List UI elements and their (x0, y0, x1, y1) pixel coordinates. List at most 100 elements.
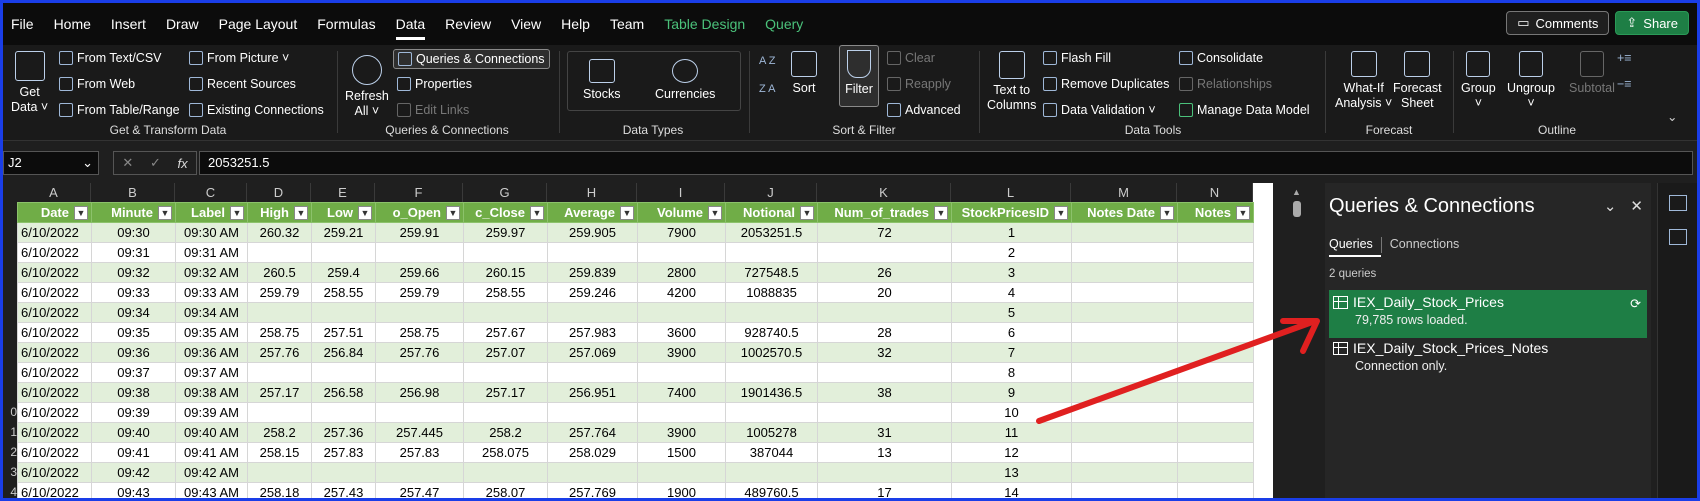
table-header-cell[interactable]: Notional ▼ (725, 202, 818, 223)
table-header-cell[interactable]: Minute ▼ (91, 202, 176, 223)
table-cell[interactable]: 09:31 (91, 242, 176, 263)
menu-help[interactable]: Help (561, 12, 590, 36)
clear-button[interactable]: Clear (887, 51, 935, 65)
column-header-k[interactable]: K (817, 183, 951, 202)
filter-button[interactable]: Filter (839, 45, 879, 107)
table-cell[interactable]: 259.79 (375, 282, 464, 303)
table-row[interactable]: 6/10/2022 09:35 09:35 AM 258.75 257.51 258.75… (17, 322, 1254, 343)
table-row[interactable]: 6/10/2022 09:36 09:36 AM 257.76 256.84 257.76… (17, 342, 1254, 363)
table-cell[interactable] (1177, 362, 1254, 383)
tab-connections[interactable]: Connections (1390, 237, 1468, 257)
table-cell[interactable] (1177, 442, 1254, 463)
group-button[interactable]: Group ˅ (1461, 51, 1496, 111)
manage-data-model-button[interactable]: Manage Data Model (1179, 103, 1310, 117)
table-cell[interactable] (637, 362, 726, 383)
table-cell[interactable] (1071, 422, 1178, 443)
table-header-cell[interactable]: c_Close ▼ (463, 202, 548, 223)
table-cell[interactable]: 256.84 (311, 342, 376, 363)
table-cell[interactable]: 09:37 AM (175, 362, 248, 383)
table-cell[interactable]: 09:39 AM (175, 402, 248, 423)
filter-dropdown-icon[interactable]: ▼ (530, 206, 544, 220)
table-header-cell[interactable]: o_Open ▼ (375, 202, 464, 223)
table-cell[interactable] (247, 362, 312, 383)
forecast-sheet-button[interactable]: Forecast Sheet (1393, 51, 1442, 111)
table-cell[interactable]: 257.36 (311, 422, 376, 443)
table-cell[interactable]: 6/10/2022 (17, 362, 92, 383)
table-cell[interactable]: 09:40 AM (175, 422, 248, 443)
table-cell[interactable] (1177, 462, 1254, 483)
table-row[interactable]: 6/10/2022 09:41 09:41 AM 258.15 257.83 257.83… (17, 442, 1254, 463)
table-cell[interactable] (375, 462, 464, 483)
table-cell[interactable]: 257.67 (463, 322, 548, 343)
table-cell[interactable]: 09:40 (91, 422, 176, 443)
table-cell[interactable]: 6/10/2022 (17, 302, 92, 323)
spreadsheet-grid[interactable]: ABCDEFGHIJKLMN 01234 Date ▼ Minute ▼ Label ▼ H… (3, 183, 1273, 498)
table-cell[interactable]: 387044 (725, 442, 818, 463)
table-cell[interactable] (1177, 222, 1254, 243)
table-cell[interactable]: 2 (951, 242, 1072, 263)
sort-az-button[interactable]: A Z (759, 55, 776, 67)
table-cell[interactable] (547, 362, 638, 383)
check-icon[interactable]: ✓ (150, 155, 161, 171)
table-cell[interactable]: 4 (951, 282, 1072, 303)
table-cell[interactable]: 259.97 (463, 222, 548, 243)
table-cell[interactable]: 1088835 (725, 282, 818, 303)
table-cell[interactable] (1177, 382, 1254, 403)
filter-dropdown-icon[interactable]: ▼ (158, 206, 172, 220)
subtotal-button[interactable]: Subtotal (1569, 51, 1615, 96)
table-cell[interactable]: 14 (951, 482, 1072, 498)
from-text-csv-button[interactable]: From Text/CSV (59, 51, 162, 65)
flash-fill-button[interactable]: Flash Fill (1043, 51, 1111, 65)
what-if-analysis-button[interactable]: What-If Analysis ˅ (1335, 51, 1392, 111)
table-cell[interactable]: 6/10/2022 (17, 342, 92, 363)
table-row[interactable]: 6/10/2022 09:33 09:33 AM 259.79 258.55 259.79… (17, 282, 1254, 303)
table-cell[interactable] (1071, 242, 1178, 263)
table-row[interactable]: 6/10/2022 09:32 09:32 AM 260.5 259.4 259.66 26… (17, 262, 1254, 283)
table-cell[interactable] (1071, 222, 1178, 243)
table-cell[interactable]: 09:30 AM (175, 222, 248, 243)
row-header[interactable]: 0 (3, 402, 17, 422)
table-cell[interactable]: 3 (951, 262, 1072, 283)
menu-insert[interactable]: Insert (111, 12, 146, 36)
filter-dropdown-icon[interactable]: ▼ (294, 206, 308, 220)
comments-button[interactable]: ▭ Comments (1506, 11, 1610, 35)
table-header-cell[interactable]: Notes Date ▼ (1071, 202, 1178, 223)
table-cell[interactable] (247, 302, 312, 323)
table-cell[interactable]: 259.66 (375, 262, 464, 283)
table-cell[interactable]: 20 (817, 282, 952, 303)
table-cell[interactable]: 09:34 AM (175, 302, 248, 323)
table-cell[interactable] (817, 302, 952, 323)
table-cell[interactable]: 1002570.5 (725, 342, 818, 363)
table-cell[interactable]: 6 (951, 322, 1072, 343)
table-cell[interactable] (375, 362, 464, 383)
table-cell[interactable]: 257.445 (375, 422, 464, 443)
table-cell[interactable]: 11 (951, 422, 1072, 443)
table-cell[interactable] (463, 402, 548, 423)
filter-dropdown-icon[interactable]: ▼ (1236, 206, 1250, 220)
reapply-button[interactable]: Reapply (887, 77, 951, 91)
table-cell[interactable]: 09:32 AM (175, 262, 248, 283)
table-cell[interactable]: 09:38 AM (175, 382, 248, 403)
table-cell[interactable]: 09:31 AM (175, 242, 248, 263)
table-cell[interactable]: 09:33 AM (175, 282, 248, 303)
table-cell[interactable] (637, 302, 726, 323)
table-cell[interactable]: 258.55 (463, 282, 548, 303)
table-cell[interactable]: 6/10/2022 (17, 322, 92, 343)
table-cell[interactable]: 260.32 (247, 222, 312, 243)
table-cell[interactable]: 8 (951, 362, 1072, 383)
name-box[interactable]: J2 ⌄ (3, 151, 99, 175)
menu-query[interactable]: Query (765, 12, 803, 36)
table-cell[interactable] (725, 462, 818, 483)
column-header-g[interactable]: G (463, 183, 547, 202)
table-cell[interactable]: 257.17 (463, 382, 548, 403)
table-cell[interactable]: 258.18 (247, 482, 312, 498)
row-header[interactable] (3, 322, 17, 342)
table-cell[interactable] (1071, 442, 1178, 463)
table-cell[interactable]: 28 (817, 322, 952, 343)
table-cell[interactable] (1177, 422, 1254, 443)
table-cell[interactable] (311, 242, 376, 263)
table-cell[interactable]: 258.2 (463, 422, 548, 443)
table-cell[interactable]: 2800 (637, 262, 726, 283)
close-icon[interactable]: ✕ (1630, 197, 1643, 215)
table-cell[interactable] (1071, 342, 1178, 363)
